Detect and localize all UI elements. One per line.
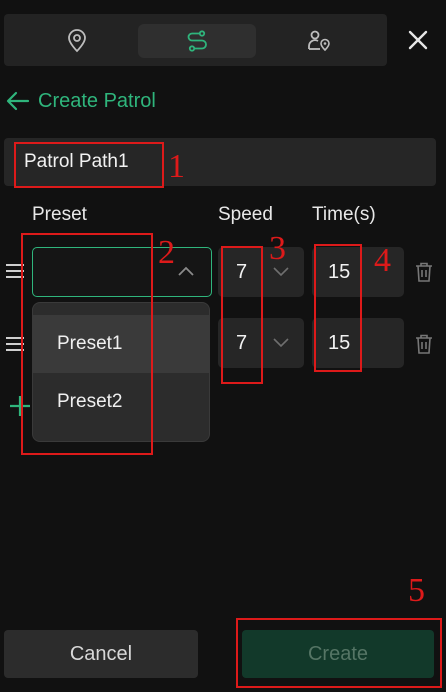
tab-person-location[interactable] — [260, 24, 378, 58]
trash-icon[interactable] — [414, 261, 434, 283]
route-icon — [187, 30, 207, 52]
annotation-box — [314, 244, 362, 372]
location-pin-icon — [68, 29, 86, 53]
speed-column-header: Speed — [218, 204, 273, 225]
close-button[interactable] — [402, 22, 434, 58]
annotation-box — [221, 246, 263, 384]
chevron-down-icon — [273, 338, 289, 348]
tab-route[interactable] — [138, 24, 256, 58]
annotation-box — [14, 142, 164, 188]
person-location-icon — [308, 30, 330, 52]
back-link[interactable]: Create Patrol — [6, 86, 156, 116]
cancel-button[interactable]: Cancel — [4, 630, 198, 678]
annotation-number: 5 — [408, 572, 425, 609]
trash-icon[interactable] — [414, 333, 434, 355]
tab-location[interactable] — [18, 24, 136, 58]
annotation-number: 1 — [168, 148, 185, 185]
arrow-left-icon — [6, 91, 30, 111]
close-icon — [408, 30, 428, 50]
page-title: Create Patrol — [38, 89, 156, 112]
tab-bar — [4, 14, 387, 66]
annotation-number: 4 — [374, 242, 391, 279]
annotation-number: 2 — [158, 234, 175, 271]
annotation-box — [21, 233, 153, 455]
annotation-number: 3 — [269, 230, 286, 267]
annotation-box — [236, 618, 442, 688]
chevron-up-icon — [178, 266, 194, 276]
chevron-down-icon — [273, 267, 289, 277]
time-column-header: Time(s) — [312, 204, 376, 225]
preset-column-header: Preset — [32, 204, 87, 225]
